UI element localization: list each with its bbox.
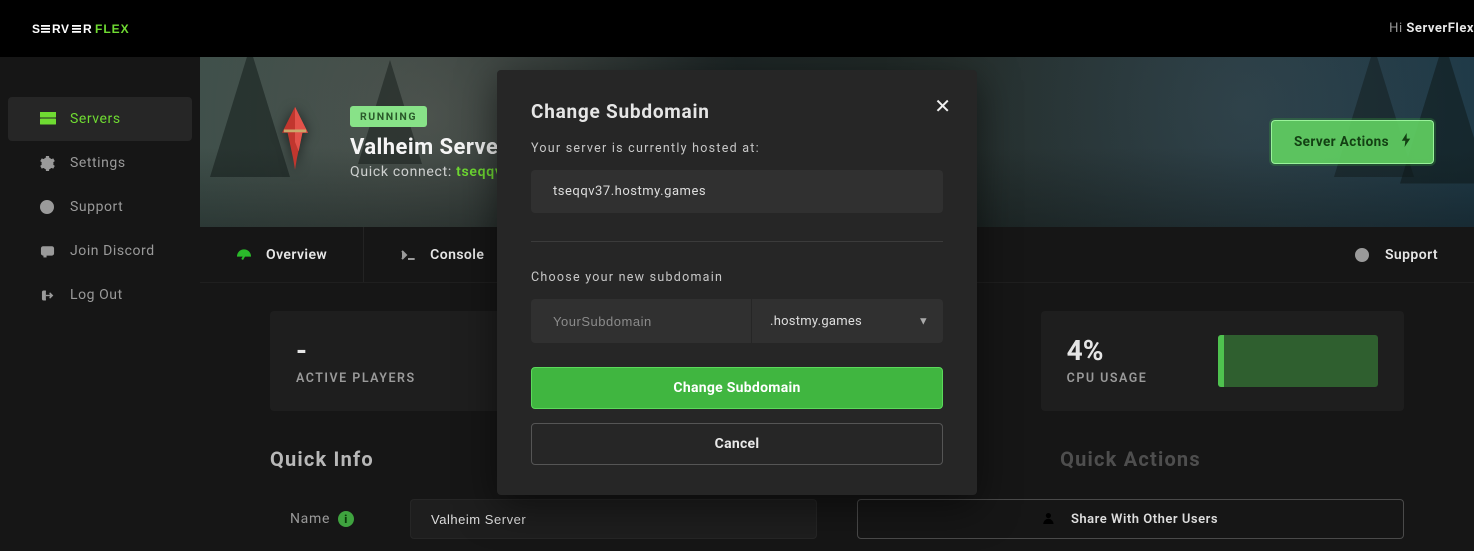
current-host-label: Your server is currently hosted at: bbox=[531, 141, 943, 156]
greeting: Hi ServerFlex bbox=[1389, 21, 1474, 36]
svg-text:?: ? bbox=[45, 202, 49, 212]
top-bar: S RV R FLEX Hi ServerFlex bbox=[0, 0, 1474, 57]
sidebar-item-label: Join Discord bbox=[70, 243, 155, 259]
subdomain-input[interactable] bbox=[531, 299, 751, 343]
share-button[interactable]: Share With Other Users bbox=[857, 499, 1404, 539]
server-actions-label: Server Actions bbox=[1294, 134, 1389, 150]
logout-icon bbox=[40, 289, 56, 302]
svg-text:R: R bbox=[83, 22, 92, 36]
sidebar: Servers Settings ? Support Join Discord … bbox=[0, 57, 200, 551]
discord-icon bbox=[40, 245, 56, 258]
console-icon bbox=[400, 249, 416, 261]
help-icon: ? bbox=[40, 200, 56, 214]
tab-support[interactable]: ? Support bbox=[1319, 227, 1474, 282]
sidebar-item-support[interactable]: ? Support bbox=[8, 185, 192, 229]
quick-connect: Quick connect: tseqqv bbox=[350, 164, 507, 180]
tab-label: Overview bbox=[266, 247, 327, 263]
cpu-usage-fill bbox=[1218, 335, 1224, 387]
brand-logo[interactable]: S RV R FLEX bbox=[32, 0, 162, 57]
modal-title: Change Subdomain bbox=[531, 100, 943, 123]
sidebar-item-label: Servers bbox=[70, 111, 121, 127]
current-host-value: tseqqv37.hostmy.games bbox=[531, 170, 943, 213]
change-subdomain-modal: ✕ Change Subdomain Your server is curren… bbox=[497, 70, 977, 495]
servers-icon bbox=[40, 112, 56, 126]
svg-text:FLEX: FLEX bbox=[95, 22, 130, 36]
greeting-name: ServerFlex bbox=[1406, 21, 1474, 36]
gear-icon bbox=[40, 156, 56, 171]
cancel-button[interactable]: Cancel bbox=[531, 423, 943, 465]
server-title: Valheim Server bbox=[350, 135, 507, 160]
domain-select-value: .hostmy.games bbox=[770, 314, 862, 329]
lightning-icon bbox=[1401, 133, 1411, 151]
name-label: Name i bbox=[270, 511, 380, 527]
sidebar-item-label: Support bbox=[70, 199, 123, 215]
help-icon: ? bbox=[1355, 248, 1371, 262]
share-icon bbox=[1043, 511, 1059, 528]
status-badge: RUNNING bbox=[350, 106, 427, 127]
svg-text:?: ? bbox=[1360, 249, 1364, 259]
choose-subdomain-label: Choose your new subdomain bbox=[531, 270, 943, 285]
sidebar-item-servers[interactable]: Servers bbox=[8, 97, 192, 141]
stat-value: - bbox=[296, 337, 416, 365]
close-icon[interactable]: ✕ bbox=[934, 96, 951, 116]
game-icon bbox=[270, 97, 320, 187]
chevron-down-icon: ▼ bbox=[918, 315, 929, 328]
greeting-hi: Hi bbox=[1389, 21, 1406, 36]
change-subdomain-button[interactable]: Change Subdomain bbox=[531, 367, 943, 409]
sidebar-item-label: Log Out bbox=[70, 287, 123, 303]
sidebar-item-discord[interactable]: Join Discord bbox=[8, 229, 192, 273]
sidebar-item-settings[interactable]: Settings bbox=[8, 141, 192, 185]
share-label: Share With Other Users bbox=[1071, 512, 1218, 527]
dashboard-icon bbox=[236, 248, 252, 262]
domain-select[interactable]: .hostmy.games ▼ bbox=[751, 299, 943, 343]
tab-label: Support bbox=[1385, 247, 1438, 263]
stat-label: ACTIVE PLAYERS bbox=[296, 371, 416, 386]
stat-cpu-usage: 4% CPU USAGE bbox=[1041, 311, 1404, 411]
sidebar-item-logout[interactable]: Log Out bbox=[8, 273, 192, 317]
server-actions-button[interactable]: Server Actions bbox=[1271, 120, 1434, 164]
server-name-input[interactable] bbox=[410, 499, 817, 539]
stat-value: 4% bbox=[1067, 337, 1148, 365]
name-label-text: Name bbox=[290, 511, 330, 527]
stat-label: CPU USAGE bbox=[1067, 371, 1148, 386]
svg-text:S: S bbox=[32, 22, 41, 36]
info-icon[interactable]: i bbox=[338, 511, 354, 527]
tab-label: Console bbox=[430, 247, 484, 263]
quick-connect-label: Quick connect: bbox=[350, 164, 456, 180]
quick-connect-value[interactable]: tseqqv bbox=[456, 164, 502, 180]
sidebar-item-label: Settings bbox=[70, 155, 126, 171]
tab-overview[interactable]: Overview bbox=[200, 227, 364, 282]
cpu-usage-bar bbox=[1218, 335, 1378, 387]
svg-text:RV: RV bbox=[52, 22, 69, 36]
